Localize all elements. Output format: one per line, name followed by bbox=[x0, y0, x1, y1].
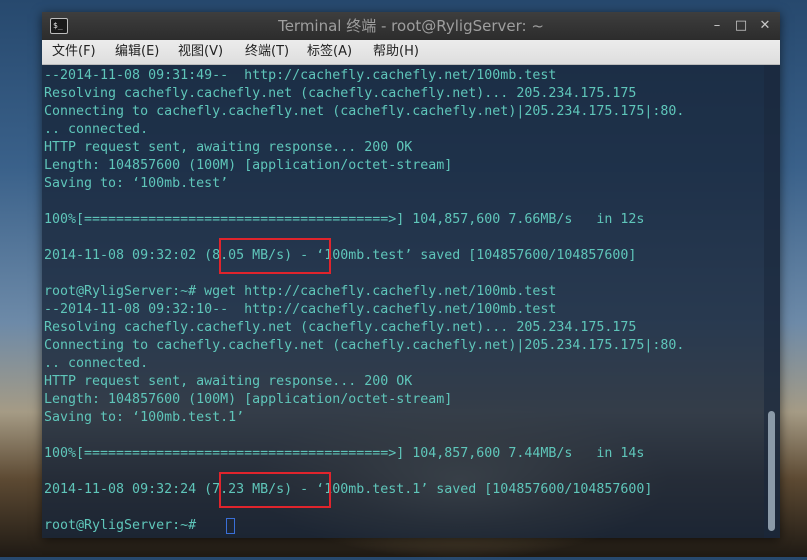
speed-highlight-box bbox=[219, 472, 331, 508]
terminal-line: root@RyligServer:~# wget http://cachefly… bbox=[44, 284, 557, 299]
terminal-line: 2014-11-08 09:32:24 (7.23 MB/s) - ‘100mb… bbox=[44, 482, 653, 497]
terminal-line: Saving to: ‘100mb.test’ bbox=[44, 176, 229, 191]
terminal-line: .. connected. bbox=[44, 356, 149, 371]
terminal-line: HTTP request sent, awaiting response... … bbox=[44, 140, 413, 155]
terminal-line: Saving to: ‘100mb.test.1’ bbox=[44, 410, 245, 425]
menu-bar: 文件(F) 编辑(E) 视图(V) 终端(T) 标签(A) 帮助(H) bbox=[42, 40, 780, 65]
menu-help[interactable]: 帮助(H) bbox=[373, 40, 419, 64]
terminal-line: 100%[===================================… bbox=[44, 446, 645, 461]
terminal-output-area[interactable]: --2014-11-08 09:31:49-- http://cachefly.… bbox=[42, 65, 780, 538]
terminal-line: --2014-11-08 09:32:10-- http://cachefly.… bbox=[44, 302, 557, 317]
minimize-icon[interactable]: – bbox=[708, 17, 726, 35]
maximize-icon[interactable]: □ bbox=[732, 17, 750, 35]
menu-terminal[interactable]: 终端(T) bbox=[245, 40, 289, 64]
terminal-line: Resolving cachefly.cachefly.net (cachefl… bbox=[44, 86, 637, 101]
terminal-line: Length: 104857600 (100M) [application/oc… bbox=[44, 392, 453, 407]
scrollbar-thumb[interactable] bbox=[768, 411, 775, 531]
terminal-window[interactable]: $_ Terminal 终端 - root@RyligServer: ~ – □… bbox=[42, 12, 780, 538]
menu-view[interactable]: 视图(V) bbox=[178, 40, 223, 64]
terminal-line: Resolving cachefly.cachefly.net (cachefl… bbox=[44, 320, 637, 335]
close-icon[interactable]: ✕ bbox=[756, 17, 774, 35]
terminal-line: Connecting to cachefly.cachefly.net (cac… bbox=[44, 104, 685, 119]
title-bar[interactable]: $_ Terminal 终端 - root@RyligServer: ~ – □… bbox=[42, 12, 780, 40]
terminal-line: .. connected. bbox=[44, 122, 149, 137]
text-cursor bbox=[226, 518, 235, 534]
menu-file[interactable]: 文件(F) bbox=[52, 40, 96, 64]
speed-highlight-box bbox=[219, 238, 331, 274]
terminal-line: Length: 104857600 (100M) [application/oc… bbox=[44, 158, 453, 173]
terminal-line: --2014-11-08 09:31:49-- http://cachefly.… bbox=[44, 68, 557, 83]
terminal-line: Connecting to cachefly.cachefly.net (cac… bbox=[44, 338, 685, 353]
terminal-line: 100%[===================================… bbox=[44, 212, 645, 227]
menu-tabs[interactable]: 标签(A) bbox=[307, 40, 352, 64]
terminal-line: root@RyligServer:~# bbox=[44, 518, 205, 533]
terminal-line: HTTP request sent, awaiting response... … bbox=[44, 374, 413, 389]
window-title: Terminal 终端 - root@RyligServer: ~ bbox=[278, 17, 544, 35]
terminal-line: 2014-11-08 09:32:02 (8.05 MB/s) - ‘100mb… bbox=[44, 248, 637, 263]
menu-edit[interactable]: 编辑(E) bbox=[115, 40, 159, 64]
